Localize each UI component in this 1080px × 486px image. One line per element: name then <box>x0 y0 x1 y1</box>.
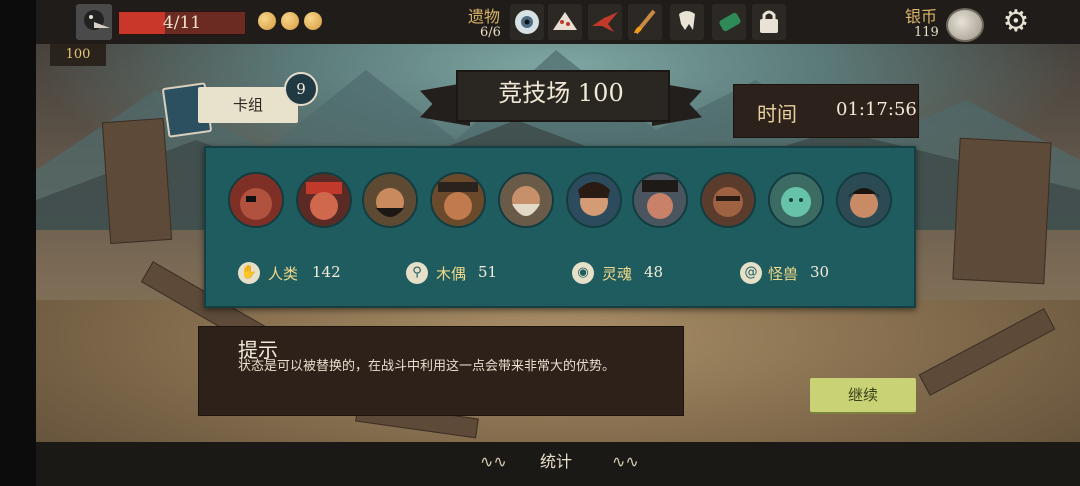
stat-value-soul: 48 <box>644 263 664 281</box>
stat-label-human: 人类 <box>268 265 299 283</box>
tip-body: 状态是可以被替换的，在战斗中利用这一点会带来非常大的优势。 <box>238 359 616 374</box>
player-portrait[interactable] <box>76 4 112 40</box>
timer-label: 时间 <box>757 102 797 126</box>
swirl-ornament-icon: ∿∿ <box>612 452 639 471</box>
silver-coin-icon <box>946 8 984 42</box>
opponent-portrait[interactable] <box>632 172 688 228</box>
continue-button[interactable]: 继续 <box>810 378 916 412</box>
wooden-barricade <box>952 137 1052 285</box>
beast-icon: @ <box>740 262 762 284</box>
arena-title: 竞技场 100 <box>498 79 624 107</box>
paper-crane-relic-icon[interactable] <box>588 4 622 40</box>
opponent-portrait[interactable] <box>362 172 418 228</box>
opponents-panel <box>204 146 916 308</box>
relics-label: 遗物 <box>468 7 501 26</box>
silver-count: 119 <box>914 25 939 40</box>
opponent-portrait[interactable] <box>498 172 554 228</box>
soul-icon: ◉ <box>572 262 594 284</box>
puppet-icon: ⚲ <box>406 262 428 284</box>
level-badge: 100 <box>50 44 106 66</box>
opponent-portrait[interactable] <box>228 172 284 228</box>
stat-value-human: 142 <box>312 263 341 281</box>
energy-orb-icon <box>281 12 299 30</box>
wooden-barricade <box>101 117 173 245</box>
green-vial-relic-icon[interactable] <box>712 4 746 40</box>
stat-label-soul: 灵魂 <box>602 265 633 283</box>
opponent-portrait[interactable] <box>768 172 824 228</box>
swirl-ornament-icon: ∿∿ <box>480 452 507 471</box>
human-icon: ✋ <box>238 262 260 284</box>
left-margin <box>0 0 36 486</box>
opponent-portrait[interactable] <box>430 172 486 228</box>
energy-orb-icon <box>304 12 322 30</box>
stat-label-beast: 怪兽 <box>768 265 799 283</box>
fan-relic-icon[interactable] <box>548 4 582 40</box>
stat-label-puppet: 木偶 <box>436 265 467 283</box>
gear-icon[interactable]: ⚙ <box>1000 6 1032 38</box>
stat-value-puppet: 51 <box>478 263 498 281</box>
stat-value-beast: 30 <box>810 263 830 281</box>
timer-value: 01:17:56 <box>836 99 917 120</box>
opponent-portrait[interactable] <box>296 172 352 228</box>
deck-count-badge: 9 <box>284 72 318 106</box>
opponent-portrait[interactable] <box>836 172 892 228</box>
feather-torch-relic-icon[interactable] <box>628 4 662 40</box>
silver-label: 银币 <box>905 7 938 26</box>
health-bar: 4/11 <box>118 11 246 35</box>
tooth-relic-icon[interactable] <box>670 4 704 40</box>
eye-relic-icon[interactable] <box>510 4 544 40</box>
health-text: 4/11 <box>162 13 202 33</box>
stats-tab[interactable]: 统计 <box>540 448 572 472</box>
relics-count: 6/6 <box>480 25 501 40</box>
crow-icon <box>76 4 112 40</box>
deck-button[interactable]: 卡组 <box>198 87 298 123</box>
opponent-portrait[interactable] <box>700 172 756 228</box>
energy-orb-icon <box>258 12 276 30</box>
locked-slot-icon <box>752 4 786 40</box>
opponent-portrait[interactable] <box>566 172 622 228</box>
